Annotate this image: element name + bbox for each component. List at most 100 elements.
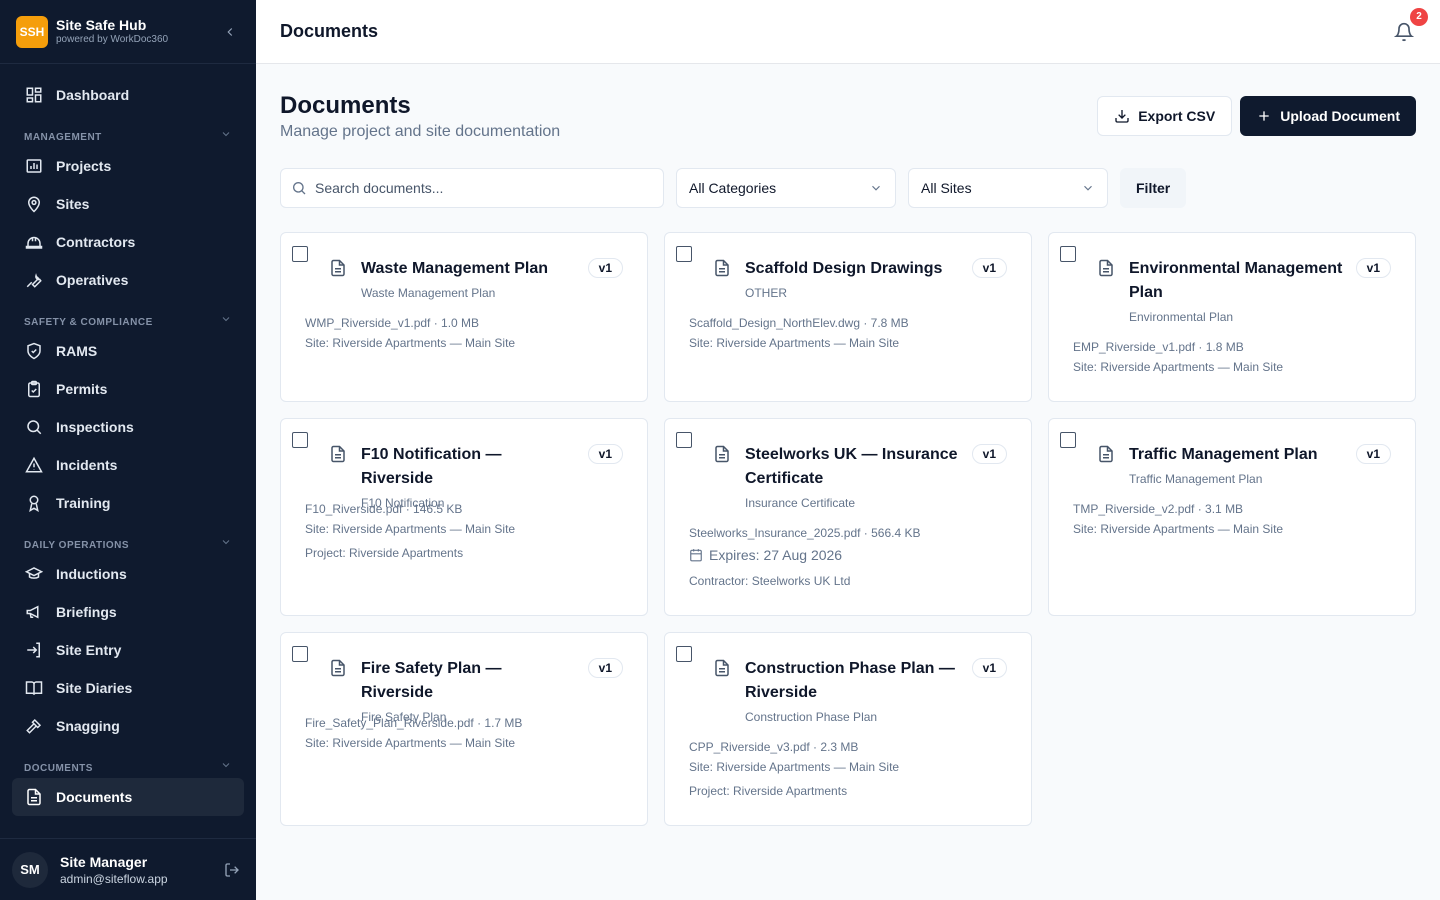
sidebar-item-permits[interactable]: Permits: [12, 370, 244, 408]
hammer-icon: [24, 716, 44, 736]
search-box[interactable]: [280, 168, 664, 208]
select-checkbox[interactable]: [292, 646, 308, 662]
section-management[interactable]: MANAGEMENT: [12, 114, 244, 147]
notifications-bell-icon[interactable]: 2: [1392, 7, 1428, 44]
sidebar-item-incidents[interactable]: Incidents: [12, 446, 244, 484]
user-email: admin@siteflow.app: [60, 871, 168, 886]
document-card[interactable]: Construction Phase Plan — Riverside Cons…: [664, 632, 1032, 826]
document-site: Site: Riverside Apartments — Main Site: [1073, 522, 1284, 536]
sidebar-item-documents[interactable]: Documents: [12, 778, 244, 816]
filter-button[interactable]: Filter: [1120, 168, 1187, 208]
sidebar-item-site-entry[interactable]: Site Entry: [12, 631, 244, 669]
document-title[interactable]: Scaffold Design Drawings: [745, 257, 961, 281]
document-file-info: EMP_Riverside_v1.pdf · 1.8 MB: [1073, 340, 1244, 354]
logout-icon[interactable]: [220, 858, 244, 882]
document-title[interactable]: Traffic Management Plan: [1129, 443, 1345, 467]
document-project: Project: Riverside Apartments: [305, 546, 464, 560]
sidebar-item-dashboard[interactable]: Dashboard: [12, 76, 244, 114]
version-badge: v1: [587, 444, 623, 464]
document-project: Project: Riverside Apartments: [689, 784, 848, 798]
document-card[interactable]: F10 Notification — Riverside F10 Notific…: [280, 418, 648, 616]
sidebar-item-contractors[interactable]: Contractors: [12, 223, 244, 261]
document-title[interactable]: Fire Safety Plan — Riverside: [361, 657, 577, 705]
sidebar-item-label: Training: [56, 495, 111, 511]
document-card[interactable]: Fire Safety Plan — Riverside Fire Safety…: [280, 632, 648, 826]
sidebar-item-snagging[interactable]: Snagging: [12, 707, 244, 745]
select-checkbox[interactable]: [676, 246, 692, 262]
document-expiry: Expires: 27 Aug 2026: [689, 541, 920, 569]
chevron-down-icon: [220, 759, 232, 774]
sidebar-item-label: Documents: [56, 789, 133, 805]
file-text-icon: [713, 445, 731, 463]
document-card[interactable]: Environmental Management Plan Environmen…: [1048, 232, 1416, 402]
document-site: Site: Riverside Apartments — Main Site: [689, 336, 900, 350]
category-select[interactable]: All Categories: [676, 168, 896, 208]
document-card[interactable]: Traffic Management Plan Traffic Manageme…: [1048, 418, 1416, 616]
sidebar-item-briefings[interactable]: Briefings: [12, 593, 244, 631]
sidebar-item-rams[interactable]: RAMS: [12, 332, 244, 370]
section-label: DOCUMENTS: [24, 763, 93, 774]
graduation-cap-icon: [24, 564, 44, 584]
documents-grid: Waste Management Plan Waste Management P…: [280, 232, 1416, 832]
sidebar-item-inspections[interactable]: Inspections: [12, 408, 244, 446]
version-badge: v1: [587, 258, 623, 278]
file-text-icon: [713, 659, 731, 677]
filters-bar: All Categories All Sites Filter: [280, 168, 1416, 208]
search-input[interactable]: [315, 180, 653, 196]
award-icon: [24, 493, 44, 513]
sidebar-item-projects[interactable]: Projects: [12, 147, 244, 185]
section-daily-operations[interactable]: DAILY OPERATIONS: [12, 522, 244, 555]
select-checkbox[interactable]: [292, 432, 308, 448]
sidebar: SSH Site Safe Hub powered by WorkDoc360 …: [0, 0, 256, 900]
document-file-info: CPP_Riverside_v3.pdf · 2.3 MB: [689, 740, 859, 754]
sidebar-item-training[interactable]: Training: [12, 484, 244, 522]
chevron-down-icon: [220, 313, 232, 328]
plus-icon: [1256, 108, 1272, 124]
section-documents[interactable]: DOCUMENTS: [12, 745, 244, 778]
sidebar-item-label: Site Diaries: [56, 680, 133, 696]
search-icon: [24, 417, 44, 437]
document-title[interactable]: Steelworks UK — Insurance Certificate: [745, 443, 961, 491]
shield-check-icon: [24, 341, 44, 361]
document-title[interactable]: Environmental Management Plan: [1129, 257, 1345, 305]
select-checkbox[interactable]: [292, 246, 308, 262]
sidebar-item-label: Contractors: [56, 234, 136, 250]
sidebar-item-sites[interactable]: Sites: [12, 185, 244, 223]
collapse-sidebar-icon[interactable]: [220, 22, 240, 42]
document-title[interactable]: Waste Management Plan: [361, 257, 577, 281]
select-checkbox[interactable]: [1060, 246, 1076, 262]
warning-triangle-icon: [24, 455, 44, 475]
document-card[interactable]: Steelworks UK — Insurance Certificate In…: [664, 418, 1032, 616]
site-select[interactable]: All Sites: [908, 168, 1108, 208]
document-title[interactable]: F10 Notification — Riverside: [361, 443, 577, 491]
expiry-date: Expires: 27 Aug 2026: [709, 547, 843, 563]
sidebar-item-site-diaries[interactable]: Site Diaries: [12, 669, 244, 707]
sidebar-item-label: Snagging: [56, 718, 120, 734]
section-label: DAILY OPERATIONS: [24, 540, 130, 551]
upload-document-button[interactable]: Upload Document: [1240, 96, 1416, 136]
select-checkbox[interactable]: [676, 432, 692, 448]
user-panel: SM Site Manager admin@siteflow.app: [0, 838, 256, 900]
sidebar-item-label: Briefings: [56, 604, 117, 620]
document-file-info: F10_Riverside.pdf · 146.5 KB: [305, 502, 463, 516]
file-text-icon: [329, 259, 347, 277]
export-csv-button[interactable]: Export CSV: [1097, 96, 1233, 136]
document-title[interactable]: Construction Phase Plan — Riverside: [745, 657, 961, 705]
section-label: MANAGEMENT: [24, 132, 102, 143]
brand-tagline: powered by WorkDoc360: [56, 33, 169, 45]
sidebar-item-operatives[interactable]: Operatives: [12, 261, 244, 299]
select-checkbox[interactable]: [1060, 432, 1076, 448]
section-label: SAFETY & COMPLIANCE: [24, 317, 153, 328]
select-checkbox[interactable]: [676, 646, 692, 662]
document-file-info: TMP_Riverside_v2.pdf · 3.1 MB: [1073, 502, 1244, 516]
document-category: OTHER: [745, 286, 787, 300]
main-content: Documents Manage project and site docume…: [280, 64, 1416, 832]
sidebar-item-label: Sites: [56, 196, 90, 212]
section-safety[interactable]: SAFETY & COMPLIANCE: [12, 299, 244, 332]
sidebar-item-inductions[interactable]: Inductions: [12, 555, 244, 593]
notification-count-badge: 2: [1410, 7, 1428, 26]
document-card[interactable]: Waste Management Plan Waste Management P…: [280, 232, 648, 402]
document-card[interactable]: Scaffold Design Drawings OTHER v1 Scaffo…: [664, 232, 1032, 402]
page-subtitle: Manage project and site documentation: [280, 123, 561, 140]
avatar[interactable]: SM: [12, 851, 48, 888]
